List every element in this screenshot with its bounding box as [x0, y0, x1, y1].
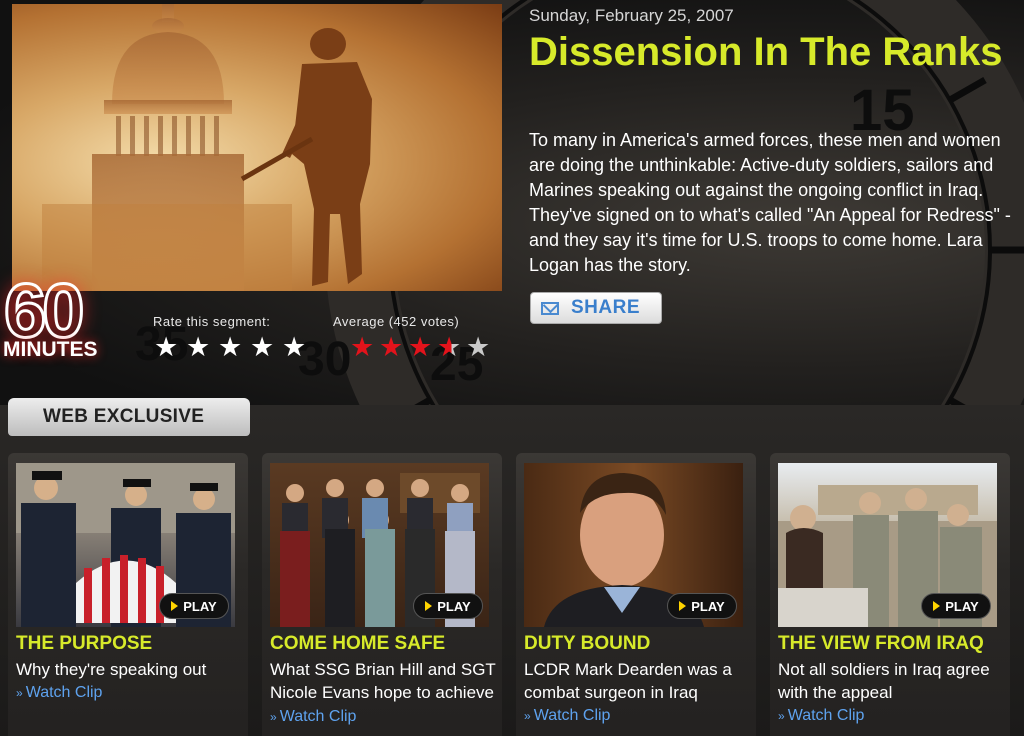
clip-thumbnail[interactable]: PLAY — [524, 463, 743, 627]
play-icon — [679, 601, 687, 611]
play-icon — [425, 601, 433, 611]
clip-thumbnail[interactable]: PLAY — [270, 463, 489, 627]
play-label: PLAY — [183, 598, 217, 614]
average-star-icon: ★ — [466, 332, 491, 362]
double-chevron-icon: » — [270, 710, 277, 724]
watch-clip-link[interactable]: » Watch Clip — [16, 681, 248, 705]
sixty-minutes-logo[interactable]: 60 MINUTES — [0, 272, 140, 364]
share-label: SHARE — [571, 297, 641, 318]
average-star-icon: ★ — [350, 332, 375, 362]
average-star-icon: ★ — [379, 332, 404, 362]
tab-label: WEB EXCLUSIVE — [43, 406, 205, 427]
play-button[interactable]: PLAY — [667, 593, 737, 619]
clip-description-text: Why they're speaking out — [16, 660, 207, 679]
play-button[interactable]: PLAY — [159, 593, 229, 619]
clip-thumbnail[interactable]: PLAY — [16, 463, 235, 627]
play-label: PLAY — [945, 598, 979, 614]
watch-clip-link[interactable]: » Watch Clip — [778, 704, 1010, 728]
air-date: Sunday, February 25, 2007 — [529, 6, 734, 25]
average-star-icon: ★ — [408, 332, 433, 362]
play-label: PLAY — [691, 598, 725, 614]
feature-image[interactable] — [12, 4, 502, 291]
envelope-icon — [541, 301, 559, 315]
clip-card: PLAY DUTY BOUND LCDR Mark Dearden was a … — [516, 453, 756, 736]
play-label: PLAY — [437, 598, 471, 614]
watch-clip-link[interactable]: » Watch Clip — [270, 708, 356, 725]
watch-clip-link[interactable]: » Watch Clip — [524, 704, 756, 728]
clip-description: Not all soldiers in Iraq agree with the … — [778, 658, 1010, 728]
double-chevron-icon: » — [778, 709, 785, 723]
web-exclusive-section: WEB EXCLUSIVE PLAY THE PURPOSE Why they'… — [0, 398, 1024, 736]
share-button[interactable]: SHARE — [530, 292, 662, 324]
clip-description-text: Not all soldiers in Iraq agree with the … — [778, 660, 990, 702]
average-star-icon: ★ — [437, 333, 466, 361]
vote-count: (452 votes) — [388, 314, 460, 329]
watch-clip-label: Watch Clip — [787, 707, 865, 724]
clip-description: LCDR Mark Dearden was a combat surgeon i… — [524, 658, 756, 728]
clip-title[interactable]: THE PURPOSE — [16, 633, 152, 655]
rate-star-icon[interactable]: ★ — [282, 333, 314, 361]
story-headline[interactable]: Dissension In The Ranks — [529, 29, 1009, 75]
average-stars: ★ ★ ★ ★ ★ — [350, 333, 495, 361]
rate-star-icon[interactable]: ★ — [186, 333, 218, 361]
capitol-soldier-illustration — [42, 4, 372, 291]
clip-title[interactable]: THE VIEW FROM IRAQ — [778, 633, 984, 655]
story-summary: To many in America's armed forces, these… — [529, 130, 1011, 275]
rate-star-icon[interactable]: ★ — [218, 333, 250, 361]
clip-card: PLAY THE PURPOSE Why they're speaking ou… — [8, 453, 248, 736]
average-rating-label: Average (452 votes) — [333, 314, 459, 329]
clip-thumbnail[interactable]: PLAY — [778, 463, 997, 627]
rate-star-icon[interactable]: ★ — [154, 333, 186, 361]
watch-clip-label: Watch Clip — [25, 684, 103, 701]
average-label: Average — [333, 314, 385, 329]
play-icon — [933, 601, 941, 611]
rate-stars[interactable]: ★ ★ ★ ★ ★ — [154, 333, 314, 361]
play-button[interactable]: PLAY — [413, 593, 483, 619]
watch-clip-label: Watch Clip — [533, 707, 611, 724]
clip-description: What SSG Brian Hill and SGT Nicole Evans… — [270, 658, 502, 729]
clip-description-text: LCDR Mark Dearden was a combat surgeon i… — [524, 660, 732, 702]
feature-hero: 15 10 35 30 25 — [0, 0, 1024, 405]
watch-clip-label: Watch Clip — [279, 708, 357, 725]
logo-word: MINUTES — [3, 338, 98, 361]
clip-title[interactable]: DUTY BOUND — [524, 633, 650, 655]
clip-card: PLAY THE VIEW FROM IRAQ Not all soldiers… — [770, 453, 1010, 736]
play-icon — [171, 601, 179, 611]
play-button[interactable]: PLAY — [921, 593, 991, 619]
double-chevron-icon: » — [524, 709, 531, 723]
clip-card: PLAY COME HOME SAFE What SSG Brian Hill … — [262, 453, 502, 736]
clip-description-text: What SSG Brian Hill and SGT Nicole Evans… — [270, 660, 496, 702]
tab-web-exclusive[interactable]: WEB EXCLUSIVE — [8, 398, 250, 436]
double-chevron-icon: » — [16, 686, 23, 700]
rate-segment-label: Rate this segment: — [153, 314, 271, 329]
clip-description: Why they're speaking out » Watch Clip — [16, 658, 248, 705]
rate-star-icon[interactable]: ★ — [250, 333, 282, 361]
clip-title[interactable]: COME HOME SAFE — [270, 633, 445, 655]
